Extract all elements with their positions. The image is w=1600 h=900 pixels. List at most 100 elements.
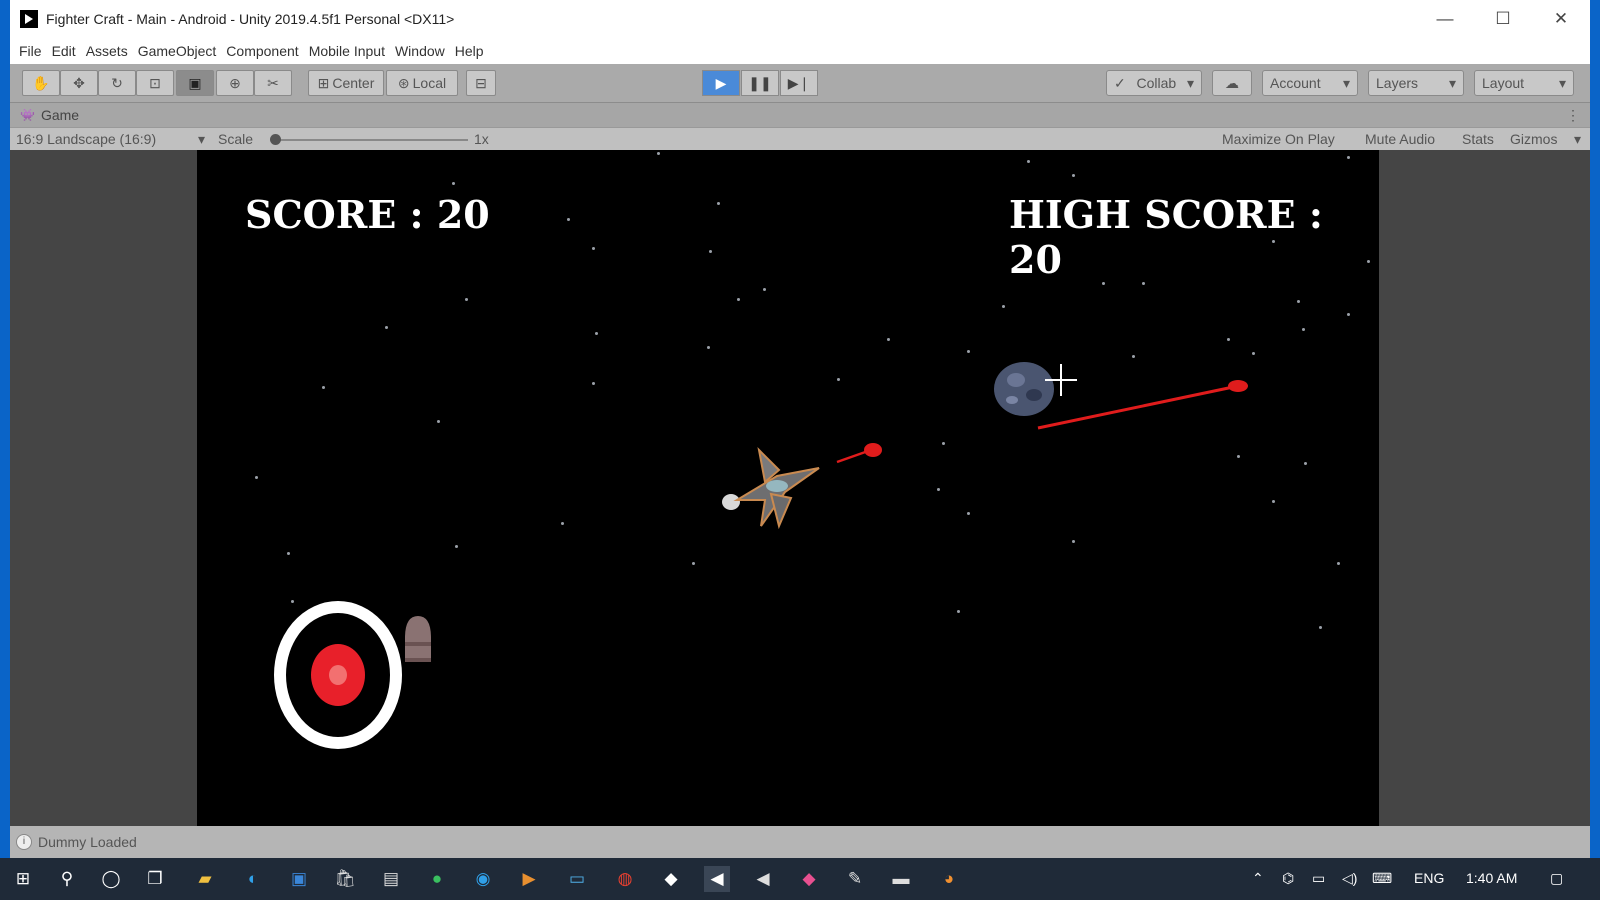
search-button[interactable]: ⚲ bbox=[54, 866, 80, 892]
star bbox=[1072, 540, 1075, 543]
stats-toggle[interactable]: Stats bbox=[1462, 131, 1494, 147]
laser-beam bbox=[1037, 380, 1248, 430]
menu-help[interactable]: Help bbox=[450, 43, 489, 59]
start-button[interactable]: ⊞ bbox=[10, 866, 36, 892]
language-indicator[interactable]: ENG bbox=[1414, 870, 1444, 886]
account-dropdown[interactable]: Account ▾ bbox=[1262, 70, 1358, 96]
star bbox=[1272, 500, 1275, 503]
minimize-button[interactable]: — bbox=[1416, 0, 1474, 38]
status-message[interactable]: Dummy Loaded bbox=[38, 834, 137, 850]
pause-icon: ❚❚ bbox=[748, 74, 772, 91]
info-icon: i bbox=[16, 834, 32, 850]
volume-icon[interactable]: ◁) bbox=[1342, 870, 1357, 887]
scale-slider[interactable] bbox=[270, 134, 468, 145]
clock[interactable]: 1:40 AM bbox=[1466, 870, 1517, 886]
network-icon[interactable]: ⌬ bbox=[1282, 870, 1294, 887]
taskbar-app-14[interactable]: ◆ bbox=[796, 866, 822, 892]
task-view-button[interactable]: ❐ bbox=[142, 866, 168, 892]
menu-window[interactable]: Window bbox=[390, 43, 450, 59]
taskbar-app-17[interactable]: ◕ bbox=[936, 866, 962, 892]
taskbar-app-6[interactable]: ● bbox=[424, 866, 450, 892]
step-icon: ▶❘ bbox=[787, 74, 811, 91]
unity-icon: ◀ bbox=[710, 869, 724, 888]
enemy-bullet bbox=[836, 443, 882, 464]
task-view-icon: ❐ bbox=[147, 869, 163, 888]
pause-button[interactable]: ❚❚ bbox=[741, 70, 779, 96]
star bbox=[1227, 338, 1230, 341]
star bbox=[837, 378, 840, 381]
notification-icon[interactable]: ▢ bbox=[1550, 870, 1563, 887]
tab-game[interactable]: Game bbox=[41, 107, 79, 123]
collab-dropdown[interactable]: ✓ Collab ▾ bbox=[1106, 70, 1202, 96]
star bbox=[1102, 282, 1105, 285]
high-score-label: HIGH SCORE : 20 bbox=[1009, 192, 1323, 282]
rect-tool-button[interactable]: ▣ bbox=[176, 70, 214, 96]
maximize-on-play-toggle[interactable]: Maximize On Play bbox=[1222, 131, 1335, 147]
menu-gameobject[interactable]: GameObject bbox=[133, 43, 222, 59]
star bbox=[592, 382, 595, 385]
hand-tool-button[interactable]: ✋ bbox=[22, 70, 60, 96]
taskbar-file-explorer[interactable]: ▰ bbox=[192, 866, 218, 892]
star bbox=[465, 298, 468, 301]
move-tool-button[interactable]: ✥ bbox=[60, 70, 98, 96]
taskbar-chrome[interactable]: ◍ bbox=[612, 866, 638, 892]
mute-audio-toggle[interactable]: Mute Audio bbox=[1365, 131, 1435, 147]
taskbar-app-8[interactable]: ▶ bbox=[516, 866, 542, 892]
cloud-button[interactable]: ☁ bbox=[1212, 70, 1252, 96]
taskbar-app-13[interactable]: ◀ bbox=[750, 866, 776, 892]
game-canvas[interactable]: SCORE : 20 HIGH SCORE : 20 bbox=[197, 150, 1379, 826]
transform-tool-button[interactable]: ⊕ bbox=[216, 70, 254, 96]
star bbox=[1027, 160, 1030, 163]
star bbox=[887, 338, 890, 341]
maximize-button[interactable]: ☐ bbox=[1474, 0, 1532, 38]
android-icon: ● bbox=[431, 869, 443, 888]
fire-button[interactable] bbox=[273, 600, 403, 750]
menu-edit[interactable]: Edit bbox=[47, 43, 81, 59]
layers-dropdown[interactable]: Layers ▾ bbox=[1368, 70, 1464, 96]
battery-icon[interactable]: ▭ bbox=[1312, 870, 1325, 887]
pivot-center-button[interactable]: ⊞ Center bbox=[308, 70, 384, 96]
menu-assets[interactable]: Assets bbox=[81, 43, 133, 59]
taskbar-app-16[interactable]: ▬ bbox=[888, 866, 914, 892]
taskbar-app-9[interactable]: ▭ bbox=[564, 866, 590, 892]
chevron-down-icon: ▾ bbox=[1342, 74, 1350, 91]
main-toolbar: ✋ ✥ ↻ ⊡ ▣ ⊕ ✂ ⊞ Center ⊛ Local ⊟ ▶ ❚❚ ▶❘… bbox=[10, 64, 1590, 102]
taskbar-edge[interactable]: ◐ bbox=[240, 866, 266, 892]
taskbar-app-7[interactable]: ◉ bbox=[470, 866, 496, 892]
cortana-button[interactable]: ◯ bbox=[98, 866, 124, 892]
menu-mobile-input[interactable]: Mobile Input bbox=[304, 43, 390, 59]
gizmos-chevron-down-icon[interactable]: ▾ bbox=[1574, 131, 1581, 148]
taskbar-unity-editor[interactable]: ◀ bbox=[704, 866, 730, 892]
taskbar-app-5[interactable]: ▤ bbox=[378, 866, 404, 892]
telegram-icon: ◉ bbox=[475, 869, 491, 888]
close-button[interactable]: ✕ bbox=[1532, 0, 1590, 38]
rotate-tool-button[interactable]: ↻ bbox=[98, 70, 136, 96]
custom-tool-icon: ✂ bbox=[267, 74, 279, 91]
star bbox=[1002, 305, 1005, 308]
star bbox=[1072, 174, 1075, 177]
star bbox=[1252, 352, 1255, 355]
tray-chevron-up-icon[interactable]: ⌃ bbox=[1252, 870, 1264, 887]
menu-file[interactable]: File bbox=[14, 43, 47, 59]
gizmos-toggle[interactable]: Gizmos bbox=[1510, 131, 1557, 147]
tab-menu-icon[interactable]: ⋮ bbox=[1566, 107, 1580, 124]
layout-dropdown[interactable]: Layout ▾ bbox=[1474, 70, 1574, 96]
scale-slider-handle[interactable] bbox=[270, 134, 281, 145]
window-title: Fighter Craft - Main - Android - Unity 2… bbox=[46, 11, 455, 27]
step-button[interactable]: ▶❘ bbox=[780, 70, 818, 96]
play-button[interactable]: ▶ bbox=[702, 70, 740, 96]
custom-tool-button[interactable]: ✂ bbox=[254, 70, 292, 96]
taskbar-unity-hub[interactable]: ◆ bbox=[658, 866, 684, 892]
taskbar-app-3[interactable]: ▣ bbox=[286, 866, 312, 892]
pivot-local-button[interactable]: ⊛ Local bbox=[386, 70, 458, 96]
edge-icon: ◐ bbox=[247, 869, 259, 888]
scale-tool-button[interactable]: ⊡ bbox=[136, 70, 174, 96]
menu-component[interactable]: Component bbox=[221, 43, 303, 59]
snap-button[interactable]: ⊟ bbox=[466, 70, 496, 96]
document-icon: ▤ bbox=[382, 869, 400, 888]
keyboard-icon[interactable]: ⌨ bbox=[1372, 870, 1392, 887]
taskbar-store[interactable]: 🛍 bbox=[332, 866, 358, 892]
taskbar-app-15[interactable]: ✎ bbox=[842, 866, 868, 892]
blender-icon: ◕ bbox=[943, 869, 955, 888]
aspect-dropdown[interactable]: 16:9 Landscape (16:9) bbox=[16, 131, 156, 147]
